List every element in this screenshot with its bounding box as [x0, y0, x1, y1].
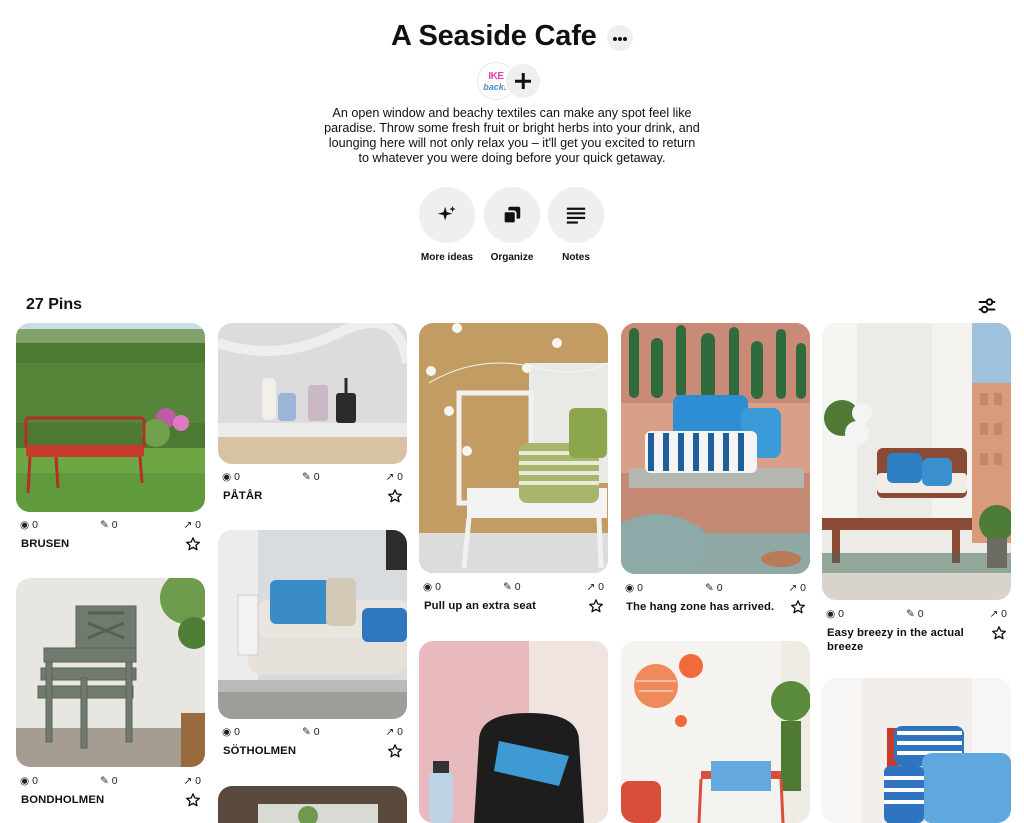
star-icon[interactable] [588, 598, 604, 614]
pin-title: BRUSEN [21, 538, 70, 550]
board-title: A Seaside Cafe [390, 20, 597, 52]
saves-stat: ✎ 0 [302, 471, 320, 483]
ellipsis-icon[interactable] [607, 24, 634, 51]
star-icon[interactable] [991, 625, 1007, 641]
collaborators: IKE backs [477, 62, 547, 100]
notes-icon [566, 207, 586, 224]
organize-label: Organize [490, 252, 534, 263]
saves-stat: ✎ 0 [705, 582, 723, 594]
pin-card[interactable] [822, 678, 1011, 823]
star-icon[interactable] [185, 536, 201, 552]
shares-stat: ↗ 0 [183, 775, 201, 787]
pin-image[interactable] [822, 678, 1011, 823]
shares-stat: ↗ 0 [586, 581, 604, 593]
saves-stat: ✎ 0 [906, 608, 924, 620]
views-stat: ◉ 0 [423, 581, 441, 593]
board-description: An open window and beachy textiles can m… [324, 106, 700, 165]
title-row: A Seaside Cafe [0, 20, 1024, 53]
more-ideas-button[interactable]: More ideas [418, 187, 476, 263]
pins-header: 27 Pins [26, 295, 998, 317]
pin-stats: ◉ 0 ✎ 0 ↗ 0 [222, 726, 403, 738]
notes-label: Notes [562, 252, 590, 263]
pin-image[interactable] [16, 578, 205, 767]
pin-title: PÅTÅR [223, 490, 263, 502]
saves-stat: ✎ 0 [100, 775, 118, 787]
pin-stats: ◉ 0 ✎ 0 ↗ 0 [20, 775, 201, 787]
sparkle-icon [437, 205, 456, 221]
saves-stat: ✎ 0 [302, 726, 320, 738]
pin-card[interactable]: ◉ 0 ✎ 0 ↗ 0 SÖTHOLMEN [218, 530, 407, 758]
pin-card[interactable]: ◉ 0 ✎ 0 ↗ 0 BRUSEN [16, 323, 205, 551]
pin-card[interactable]: ◉ 0 ✎ 0 ↗ 0 The hang zone has arrived. [621, 323, 810, 614]
star-icon[interactable] [790, 599, 806, 615]
pin-stats: ◉ 0 ✎ 0 ↗ 0 [20, 519, 201, 531]
saves-stat: ✎ 0 [503, 581, 521, 593]
pin-card[interactable] [218, 786, 407, 823]
pin-image[interactable] [419, 323, 608, 573]
pin-image[interactable] [822, 323, 1011, 600]
pin-card[interactable]: ◉ 0 ✎ 0 ↗ 0 Easy breezy in the actual br… [822, 323, 1011, 653]
pin-title: BONDHOLMEN [21, 794, 105, 806]
pin-card[interactable]: ◉ 0 ✎ 0 ↗ 0 PÅTÅR [218, 323, 407, 503]
shares-stat: ↗ 0 [183, 519, 201, 531]
views-stat: ◉ 0 [625, 582, 643, 594]
star-icon[interactable] [185, 792, 201, 808]
pin-image[interactable] [621, 323, 810, 574]
pin-image[interactable] [419, 641, 608, 823]
board-actions: More ideas Organize Notes [418, 187, 608, 267]
pin-grid: ◉ 0 ✎ 0 ↗ 0 BRUSEN ◉ 0 ✎ 0 ↗ 0 BONDHOLME… [16, 323, 1012, 823]
more-ideas-label: More ideas [420, 252, 474, 263]
pin-title: The hang zone has arrived. [626, 601, 775, 613]
shares-stat: ↗ 0 [385, 726, 403, 738]
filter-sliders-icon[interactable] [976, 295, 998, 317]
pin-title: Easy breezy in the actual breeze [827, 627, 964, 653]
organize-icon [502, 206, 521, 225]
pin-card[interactable]: ◉ 0 ✎ 0 ↗ 0 Pull up an extra seat [419, 323, 608, 613]
pin-card[interactable]: ◉ 0 ✎ 0 ↗ 0 BONDHOLMEN [16, 578, 205, 807]
shares-stat: ↗ 0 [989, 608, 1007, 620]
plus-icon[interactable] [504, 62, 542, 100]
pin-card[interactable] [621, 641, 810, 823]
pin-title: Pull up an extra seat [424, 600, 536, 612]
organize-button[interactable]: Organize [483, 187, 541, 263]
pin-stats: ◉ 0 ✎ 0 ↗ 0 [625, 582, 806, 594]
views-stat: ◉ 0 [20, 775, 38, 787]
saves-stat: ✎ 0 [100, 519, 118, 531]
views-stat: ◉ 0 [222, 471, 240, 483]
pin-stats: ◉ 0 ✎ 0 ↗ 0 [826, 608, 1007, 620]
views-stat: ◉ 0 [20, 519, 38, 531]
pin-image[interactable] [621, 641, 810, 823]
pin-image[interactable] [218, 530, 407, 719]
pin-card[interactable] [419, 641, 608, 823]
pin-image[interactable] [218, 323, 407, 464]
star-icon[interactable] [387, 488, 403, 504]
shares-stat: ↗ 0 [788, 582, 806, 594]
star-icon[interactable] [387, 743, 403, 759]
views-stat: ◉ 0 [222, 726, 240, 738]
shares-stat: ↗ 0 [385, 471, 403, 483]
pin-image[interactable] [218, 786, 407, 823]
pin-count: 27 Pins [26, 296, 83, 313]
notes-button[interactable]: Notes [547, 187, 605, 263]
pin-stats: ◉ 0 ✎ 0 ↗ 0 [423, 581, 604, 593]
views-stat: ◉ 0 [826, 608, 844, 620]
pin-title: SÖTHOLMEN [223, 745, 297, 757]
pin-image[interactable] [16, 323, 205, 512]
pin-stats: ◉ 0 ✎ 0 ↗ 0 [222, 471, 403, 483]
